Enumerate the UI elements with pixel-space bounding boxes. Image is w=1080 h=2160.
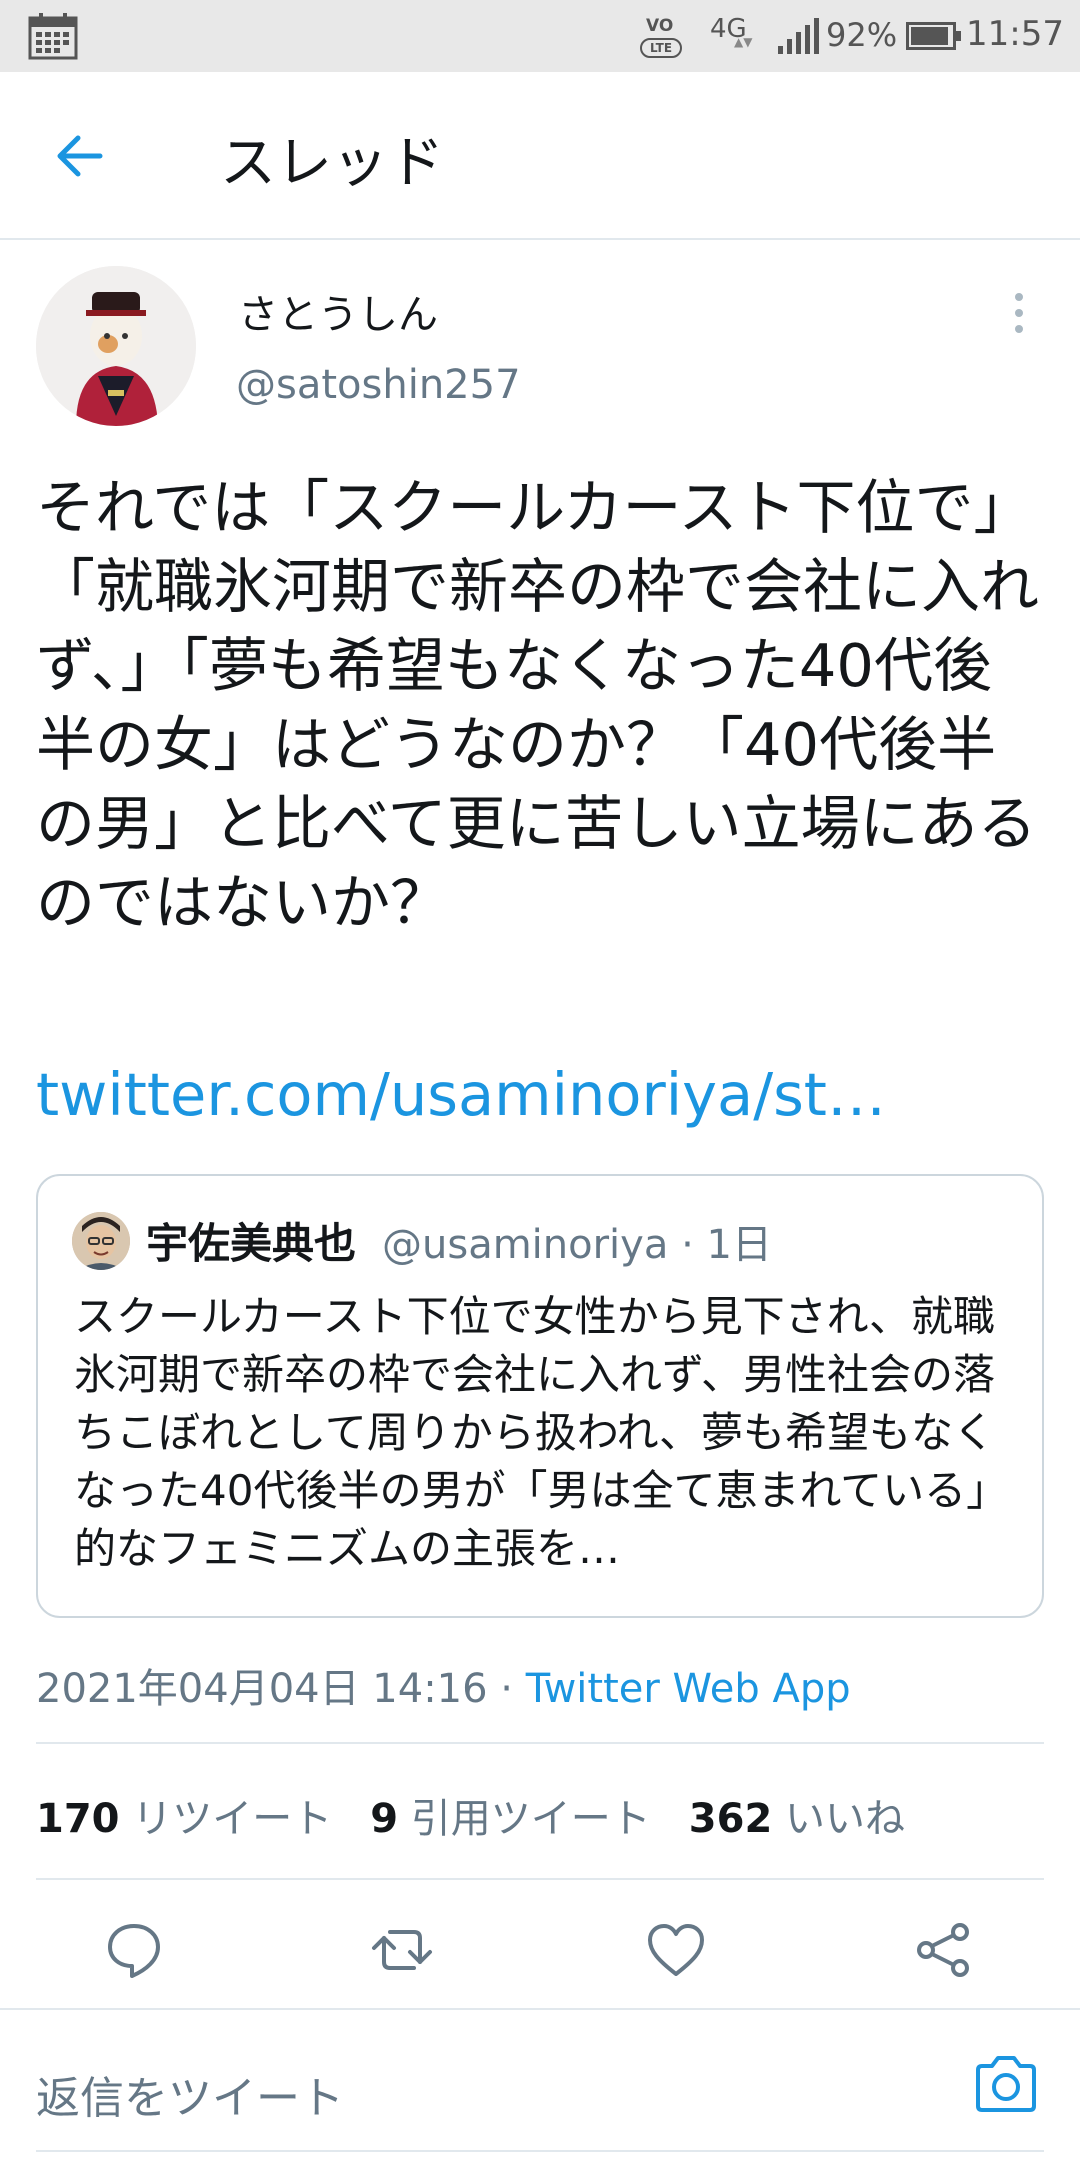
thread-header: スレッド [0,72,1080,240]
battery-fill [911,27,948,45]
quoted-tweet[interactable]: 宇佐美典也 @usaminoriya · 1日 スクールカースト下位で女性から見… [36,1174,1044,1618]
retweets-stat[interactable]: 170 リツイート [36,1796,332,1842]
retweet-icon[interactable] [370,1918,434,1982]
quoted-handle-time: @usaminoriya · 1日 [382,1222,772,1268]
status-bar: VO LTE 4G ▲▼ 92% 11:57 [0,0,1080,72]
avatar-cat-image [36,266,196,426]
page-title: スレッド [220,131,444,196]
likes-stat[interactable]: 362 いいね [689,1796,905,1842]
likes-count: 362 [688,1796,773,1842]
reply-composer[interactable]: 返信をツイート [0,2008,1080,2160]
retweets-label: リツイート [132,1796,333,1842]
retweets-count: 170 [36,1796,120,1842]
tweet-stats: 170 リツイート 9 引用ツイート 362 いいね [36,1786,905,1844]
like-icon[interactable] [644,1918,708,1982]
author-handle[interactable]: @satoshin257 [236,362,521,408]
status-time: 11:57 [966,14,1064,54]
reply-placeholder[interactable]: 返信をツイート [36,2062,344,2126]
battery-icon [906,22,961,50]
network-type: 4G ▲▼ [710,14,752,48]
network-arrows: ▲▼ [734,35,753,49]
tweet-datetime: 2021年04月04日 14:16 [36,1666,488,1712]
volte-vo-label: VO [646,16,674,36]
quotes-count: 9 [370,1796,399,1842]
tweet-text: それでは「スクールカースト下位で」「就職氷河期で新卒の枠で会社に入れず、」「夢も… [36,473,1040,937]
author-name[interactable]: さとうしん [238,282,438,340]
share-icon[interactable] [912,1918,976,1982]
meta-separator: · [487,1666,526,1712]
battery-tip [956,31,961,41]
more-vertical-icon[interactable] [1004,290,1034,336]
divider [36,1742,1044,1744]
quoted-avatar [72,1212,130,1270]
volte-lte-label: LTE [640,38,682,58]
volte-icon: VO LTE [638,14,684,60]
quotes-stat[interactable]: 9 引用ツイート [370,1796,651,1842]
reply-underline [36,2150,1044,2152]
likes-label: いいね [785,1796,905,1842]
avatar[interactable] [36,266,196,426]
signal-icon [778,18,819,54]
quotes-label: 引用ツイート [410,1796,651,1842]
back-arrow-icon[interactable] [50,124,114,188]
quoted-text: スクールカースト下位で女性から見下され、就職氷河期で新卒の枠で会社に入れず、男性… [74,1292,1009,1573]
quoted-avatar-image [72,1212,130,1270]
camera-icon[interactable] [972,2054,1040,2114]
quoted-author-name: 宇佐美典也 [146,1219,357,1268]
tweet-source-app[interactable]: Twitter Web App [526,1666,851,1712]
tweet-link[interactable]: twitter.com/usaminoriya/st… [36,1060,886,1129]
divider [36,1878,1044,1880]
tweet-meta: 2021年04月04日 14:16 · Twitter Web App [36,1656,851,1714]
calendar-icon [28,13,78,60]
battery-percent: 92% [826,16,898,54]
reply-icon[interactable] [102,1918,166,1982]
